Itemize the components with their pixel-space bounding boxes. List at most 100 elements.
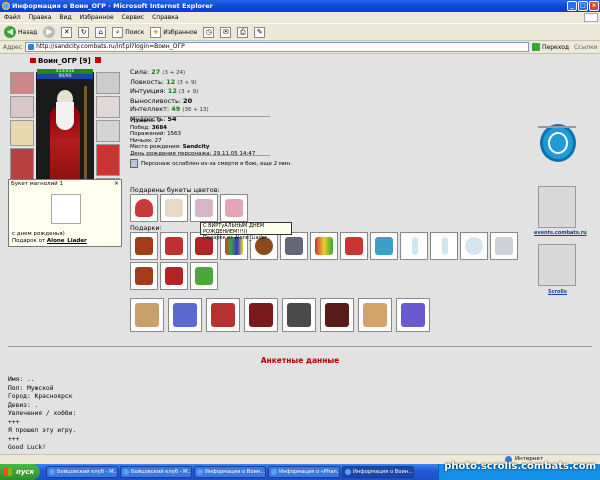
gift-item[interactable] [160, 262, 188, 290]
gift-bag[interactable] [320, 298, 354, 332]
gift-item[interactable] [130, 232, 158, 260]
back-button[interactable]: ◀ Назад [4, 26, 37, 38]
links-button[interactable]: Ссылки [570, 44, 600, 51]
scrolls-emblem-icon[interactable] [538, 244, 576, 286]
stat-intuition: Интуиция: 12 (3 + 9) [130, 87, 199, 95]
gifts-title: Подарки: [130, 224, 162, 232]
mail-button[interactable]: ✉ [220, 26, 232, 38]
tooltip-from-name[interactable]: Alone_Liader [47, 238, 87, 244]
menu-view[interactable]: Вид [59, 12, 71, 23]
gift-item[interactable] [460, 232, 488, 260]
maximize-button[interactable]: □ [578, 1, 588, 11]
task-button[interactable]: Информация о Воин... [194, 466, 266, 478]
scrolls-link[interactable]: Scrolls [548, 289, 567, 295]
events-balance-icon[interactable] [540, 124, 576, 162]
menu-tools[interactable]: Сервис [122, 12, 144, 23]
gift-item[interactable] [340, 232, 368, 260]
item-tooltip: Букет магнолий 1 × с днем рожденья) Пода… [8, 179, 122, 247]
close-button[interactable]: × [589, 1, 599, 11]
stats-divider [130, 116, 270, 117]
menu-help[interactable]: Справка [152, 12, 178, 23]
toolbar: ◀ Назад ▶ ✕ ↻ ⌂ ⌕ Поиск ★ Избранное ◷ ✉ ⎙ ✎ [0, 23, 600, 41]
forward-button[interactable]: ▶ [43, 26, 56, 38]
gift-item[interactable] [370, 232, 398, 260]
task-list: Бойцовский клуб - M... Бойцовский клуб -… [46, 466, 414, 478]
menu-edit[interactable]: Правка [29, 12, 52, 23]
weakness-status: Персонаж ослаблен из-за смерти в бою, ещ… [130, 159, 292, 168]
menu-bar: Файл Правка Вид Избранное Сервис Справка [0, 12, 600, 23]
gift-item[interactable] [190, 262, 218, 290]
history-button[interactable]: ◷ [203, 26, 215, 38]
stat-endurance: Выносливость: 20 [130, 96, 193, 105]
info-list: Уровень: 9 Побед: 3684 Поражений: 1563 Н… [130, 118, 255, 157]
address-bar: Адрес http://sandcity.combats.ru/inf.pl?… [0, 41, 600, 54]
tooltip-close-icon[interactable]: × [114, 180, 119, 187]
info-icon[interactable] [95, 57, 102, 63]
edit-button[interactable]: ✎ [254, 26, 266, 38]
weapon-slot[interactable] [10, 120, 34, 146]
ring-slot[interactable] [96, 96, 120, 118]
gift-basket[interactable] [130, 298, 164, 332]
anket-title: Анкетные данные [260, 356, 340, 365]
gloves-slot[interactable] [96, 120, 120, 142]
flower-gift[interactable] [130, 194, 158, 222]
gift-box[interactable] [358, 298, 392, 332]
gift-item[interactable] [490, 232, 518, 260]
address-label: Адрес [3, 43, 23, 51]
gift-item[interactable] [160, 232, 188, 260]
clan-flag-icon [30, 58, 36, 63]
gift-bag[interactable] [282, 298, 316, 332]
menu-file[interactable]: Файл [4, 12, 21, 23]
minimize-button[interactable]: _ [567, 1, 577, 11]
refresh-button[interactable]: ↻ [78, 26, 90, 38]
character-level: [9] [79, 57, 91, 65]
ie-icon [2, 2, 10, 10]
gift-item[interactable] [310, 232, 338, 260]
stop-button[interactable]: ✕ [61, 26, 73, 38]
tooltip-message: с днем рожденья) [12, 231, 65, 237]
favorites-button[interactable]: ★ Избранное [150, 26, 197, 38]
shield-slot[interactable] [96, 144, 120, 176]
events-link[interactable]: events.combats.ru [534, 230, 587, 236]
print-button[interactable]: ⎙ [237, 26, 249, 38]
search-button[interactable]: ⌕ Поиск [112, 26, 144, 38]
anket-divider [8, 346, 592, 347]
gift-box[interactable] [396, 298, 430, 332]
gift-item[interactable] [130, 262, 158, 290]
events-emblem-icon[interactable] [538, 186, 576, 228]
earring-slot[interactable] [96, 72, 120, 94]
go-button[interactable]: Переход [532, 43, 570, 51]
task-button[interactable]: Бойцовский клуб - M... [120, 466, 192, 478]
profile-text: Имя: .. Пол: Мужской Город: Красноярск Деви… [8, 376, 77, 451]
stats-list: Сила: 27 (3 + 24) Ловкость: 12 (3 + 9) И… [130, 68, 209, 123]
gift-bag[interactable] [244, 298, 278, 332]
gift-item[interactable] [430, 232, 458, 260]
watermark: photo.scrolls.combats.com [444, 461, 596, 472]
info-birthday: День рождения персонажа: 29.11.05 14:47 [130, 150, 256, 157]
flower-gift[interactable] [160, 194, 188, 222]
title-bar: Информация о Воин_ОГР - Microsoft Intern… [0, 0, 600, 12]
armor-slot[interactable] [10, 148, 34, 180]
home-icon: ⌂ [95, 26, 107, 38]
stat-agility: Ловкость: 12 (3 + 9) [130, 77, 197, 86]
flower-gift[interactable] [220, 194, 248, 222]
task-button-active[interactable]: Информация о Воин... [342, 466, 414, 478]
info-divider [130, 155, 270, 156]
task-button[interactable]: Информация о «Phan... [268, 466, 340, 478]
tooltip-title: Букет магнолий 1 [11, 181, 63, 187]
refresh-icon: ↻ [78, 26, 90, 38]
helmet-slot[interactable] [10, 72, 34, 94]
menu-favorites[interactable]: Избранное [80, 12, 114, 23]
amulet-slot[interactable] [10, 96, 34, 118]
start-button[interactable]: пуск [0, 464, 40, 480]
flower-gift[interactable] [190, 194, 218, 222]
task-button[interactable]: Бойцовский клуб - M... [46, 466, 118, 478]
gift-item[interactable] [400, 232, 428, 260]
edit-icon: ✎ [254, 26, 266, 38]
gift-box[interactable] [206, 298, 240, 332]
address-input[interactable]: http://sandcity.combats.ru/inf.pl?login=… [25, 42, 529, 52]
gift-box[interactable] [168, 298, 202, 332]
stop-icon: ✕ [61, 26, 73, 38]
home-button[interactable]: ⌂ [95, 26, 107, 38]
tooltip-from: Подарок от Alone_Liader [12, 238, 87, 244]
